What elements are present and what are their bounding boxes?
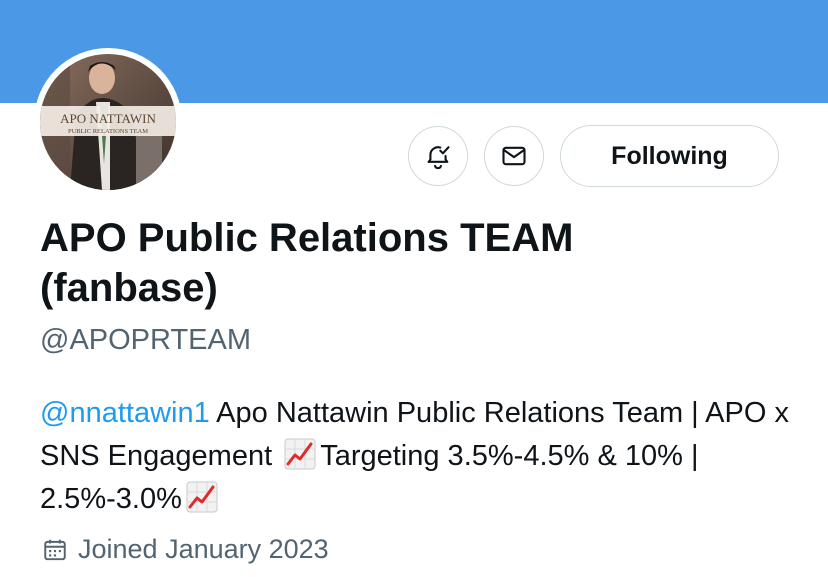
- joined-date: Joined January 2023: [42, 534, 329, 565]
- profile-page: APO NATTAWIN PUBLIC RELATIONS TEAM Follo…: [0, 0, 828, 577]
- avatar-image: APO NATTAWIN PUBLIC RELATIONS TEAM: [40, 54, 176, 190]
- notifications-button[interactable]: [408, 126, 468, 186]
- joined-text: Joined January 2023: [78, 534, 329, 564]
- profile-actions: Following: [408, 125, 779, 187]
- envelope-icon: [502, 146, 526, 166]
- profile-handle: @APOPRTEAM: [40, 324, 252, 356]
- bio-mention-link[interactable]: @nnattawin1: [40, 397, 210, 429]
- chart-increasing-icon: [284, 438, 316, 470]
- profile-bio: @nnattawin1 Apo Nattawin Public Relation…: [40, 392, 800, 521]
- calendar-icon: [44, 539, 66, 560]
- bell-check-icon: [427, 146, 450, 170]
- message-button[interactable]: [484, 126, 544, 186]
- avatar-text-line2: PUBLIC RELATIONS TEAM: [68, 128, 148, 135]
- following-button[interactable]: Following: [560, 125, 779, 187]
- display-name: APO Public Relations TEAM (fanbase): [40, 216, 574, 310]
- chart-increasing-icon: [186, 481, 218, 513]
- avatar[interactable]: APO NATTAWIN PUBLIC RELATIONS TEAM: [34, 48, 182, 196]
- avatar-text-line1: APO NATTAWIN: [60, 111, 156, 126]
